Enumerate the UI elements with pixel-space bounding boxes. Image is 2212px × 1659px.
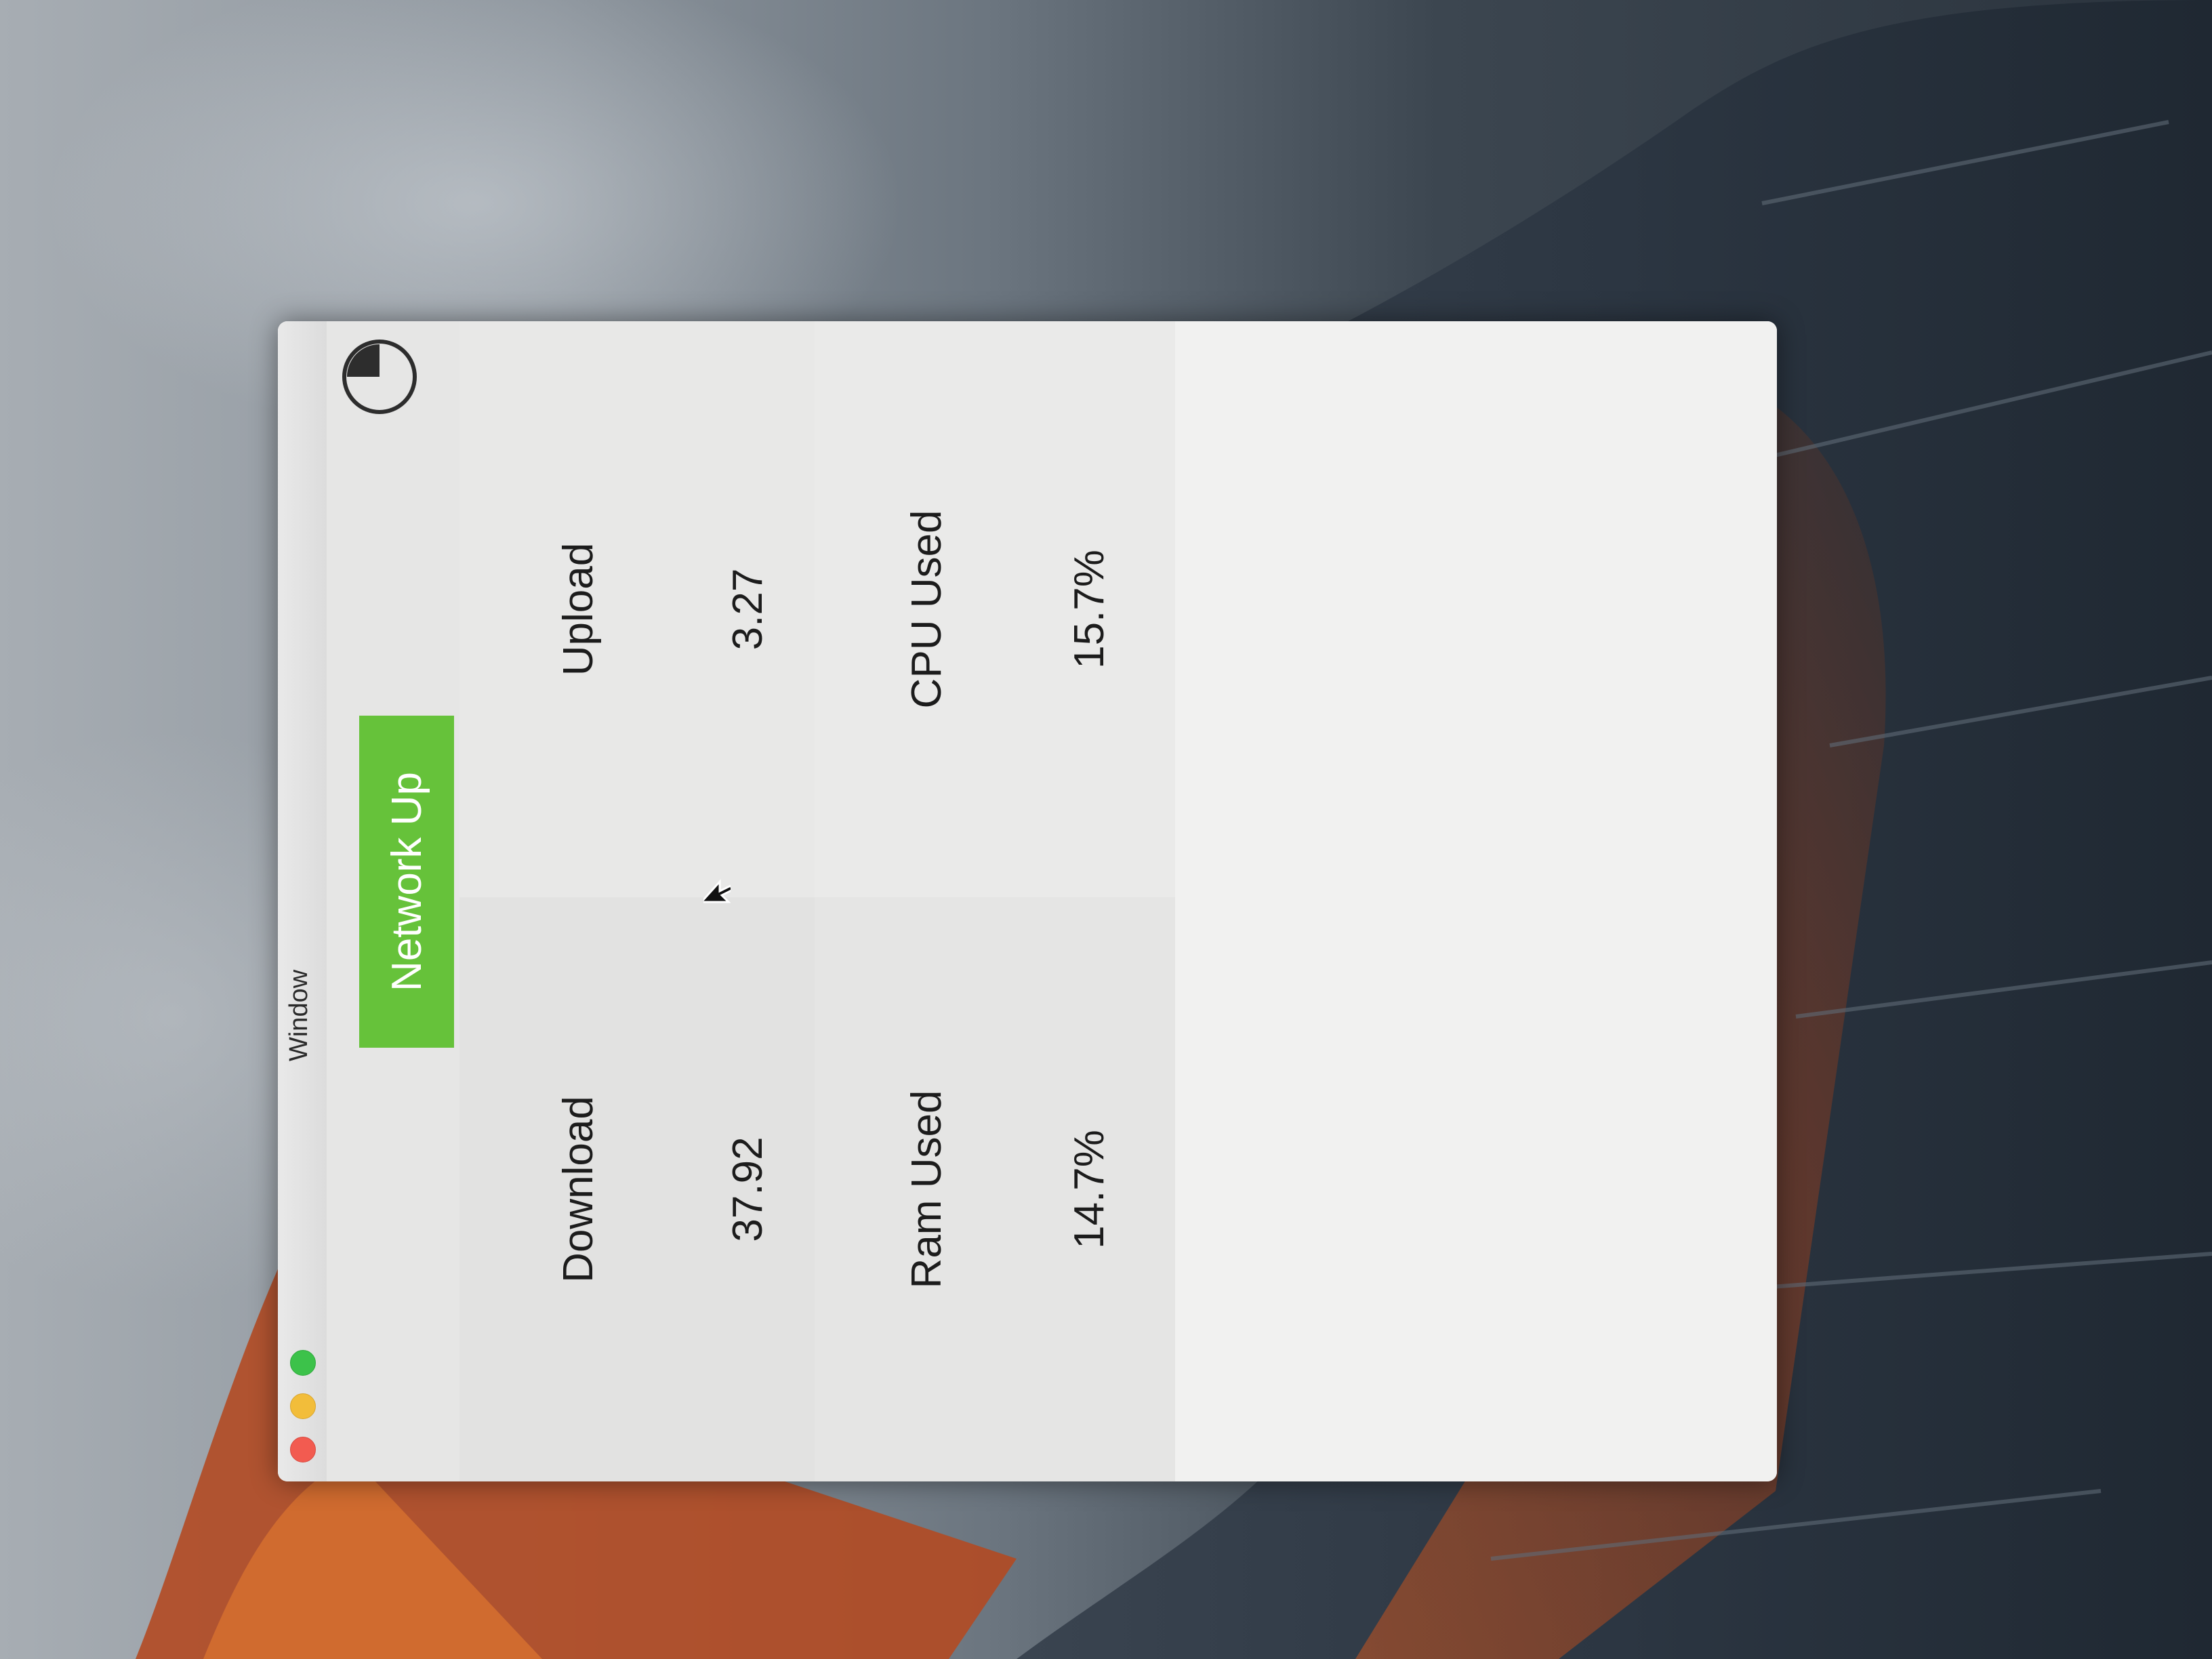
- title-bar: Window: [278, 321, 328, 1481]
- stat-cell-download: Download 37.92: [459, 897, 815, 1481]
- zoom-button[interactable]: [290, 1350, 316, 1376]
- close-button[interactable]: [290, 1437, 316, 1462]
- app-window: Window Network Up Download 37.92 Upload …: [278, 321, 1777, 1481]
- stat-label-ram: Ram Used: [903, 1090, 950, 1289]
- stat-label-download: Download: [555, 1096, 602, 1283]
- empty-area: [1175, 321, 1777, 1481]
- menu-window[interactable]: Window: [285, 970, 314, 1061]
- cursor-arrow-icon: [703, 879, 731, 903]
- minimize-button[interactable]: [290, 1393, 316, 1419]
- stat-label-cpu: CPU Used: [903, 510, 950, 709]
- stat-value-download: 37.92: [724, 1136, 771, 1242]
- desktop: Window Network Up Download 37.92 Upload …: [0, 0, 2212, 1659]
- timer-icon[interactable]: [339, 336, 420, 417]
- stat-cell-upload: Upload 3.27: [459, 321, 815, 897]
- stat-value-upload: 3.27: [724, 568, 771, 651]
- stat-label-upload: Upload: [555, 542, 602, 676]
- stat-cell-ram: Ram Used 14.7%: [815, 897, 1175, 1481]
- network-status-badge: Network Up: [359, 716, 454, 1048]
- stat-cell-cpu: CPU Used 15.7%: [815, 321, 1175, 897]
- stat-value-cpu: 15.7%: [1066, 550, 1113, 669]
- network-status-label: Network Up: [383, 772, 430, 991]
- stat-value-ram: 14.7%: [1066, 1130, 1113, 1249]
